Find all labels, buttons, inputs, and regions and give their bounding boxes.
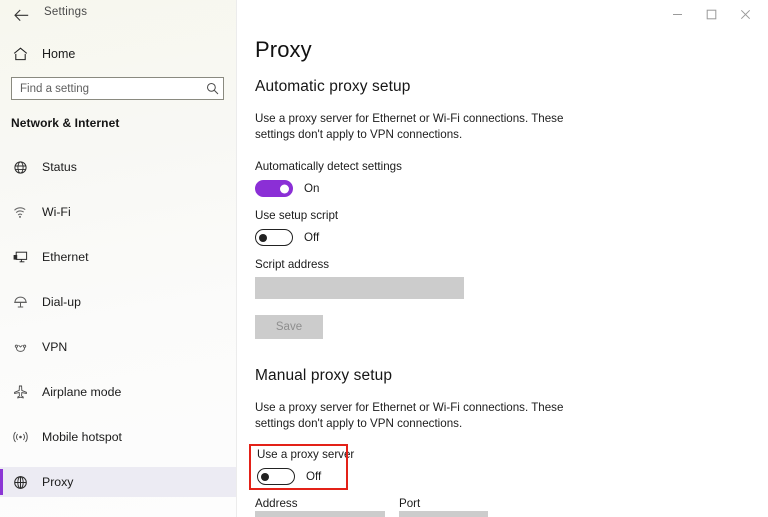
address-input (255, 511, 385, 517)
toggle-knob (261, 473, 269, 481)
minimize-icon (672, 9, 683, 20)
toggle-switch-on[interactable] (255, 180, 293, 197)
sidebar-item-mobile-hotspot[interactable]: Mobile hotspot (0, 422, 237, 452)
manual-proxy-setup-heading: Manual proxy setup (255, 367, 392, 385)
sidebar-item-proxy[interactable]: Proxy (0, 467, 237, 497)
maximize-icon (706, 9, 717, 20)
toggle-knob (280, 184, 289, 193)
sidebar-item-home-label: Home (42, 47, 75, 61)
use-setup-script-label: Use setup script (255, 209, 338, 222)
dialup-modem-icon (13, 295, 35, 309)
settings-window: Settings Home (0, 0, 768, 517)
search-input[interactable] (12, 78, 201, 99)
script-address-label: Script address (255, 258, 329, 271)
sidebar: Home Network & Internet (0, 0, 237, 517)
proxy-globe-icon (13, 475, 35, 490)
sidebar-item-vpn[interactable]: VPN (0, 332, 237, 362)
automatically-detect-settings-label: Automatically detect settings (255, 160, 402, 173)
page-title: Proxy (255, 37, 312, 63)
ethernet-monitor-icon (13, 250, 35, 264)
sidebar-item-proxy-label: Proxy (42, 475, 73, 489)
wifi-icon (13, 205, 35, 219)
toggle-switch-off[interactable] (255, 229, 293, 246)
main-content: Proxy Automatic proxy setup Use a proxy … (238, 0, 768, 517)
port-label: Port (399, 497, 420, 510)
minimize-button[interactable] (660, 0, 694, 28)
sidebar-category-heading: Network & Internet (11, 116, 119, 130)
use-a-proxy-server-label: Use a proxy server (257, 448, 354, 461)
sidebar-item-home[interactable]: Home (0, 41, 237, 67)
automatically-detect-settings-toggle[interactable]: On (255, 180, 319, 197)
title-bar: Settings (0, 0, 768, 30)
sidebar-item-mobile-hotspot-label: Mobile hotspot (42, 430, 122, 444)
status-globe-icon (13, 160, 35, 175)
toggle-switch-off[interactable] (257, 468, 295, 485)
maximize-button[interactable] (694, 0, 728, 28)
close-button[interactable] (728, 0, 762, 28)
sidebar-item-dialup[interactable]: Dial-up (0, 287, 237, 317)
sidebar-item-dialup-label: Dial-up (42, 295, 81, 309)
use-a-proxy-server-state: Off (306, 470, 321, 483)
sidebar-item-ethernet[interactable]: Ethernet (0, 242, 237, 272)
automatic-proxy-setup-description: Use a proxy server for Ethernet or Wi-Fi… (255, 111, 585, 143)
sidebar-item-airplane-mode[interactable]: Airplane mode (0, 377, 237, 407)
address-label: Address (255, 497, 298, 510)
sidebar-item-status-label: Status (42, 160, 77, 174)
home-icon (13, 47, 35, 61)
back-button[interactable] (6, 2, 36, 28)
sidebar-item-airplane-mode-label: Airplane mode (42, 385, 121, 399)
sidebar-item-wifi-label: Wi-Fi (42, 205, 71, 219)
use-setup-script-state: Off (304, 231, 319, 244)
port-input (399, 511, 488, 517)
script-address-input (255, 277, 464, 299)
search-icon[interactable] (201, 82, 223, 95)
window-title: Settings (44, 6, 87, 18)
sidebar-item-wifi[interactable]: Wi-Fi (0, 197, 237, 227)
close-icon (740, 9, 751, 20)
hotspot-signal-icon (13, 430, 35, 444)
sidebar-item-ethernet-label: Ethernet (42, 250, 89, 264)
save-button: Save (255, 315, 323, 339)
use-a-proxy-server-toggle[interactable]: Off (257, 468, 321, 485)
sidebar-item-vpn-label: VPN (42, 340, 67, 354)
use-setup-script-toggle[interactable]: Off (255, 229, 319, 246)
airplane-icon (13, 385, 35, 399)
search-box[interactable] (11, 77, 224, 100)
sidebar-nav-list: Status Wi-Fi (0, 152, 237, 512)
sidebar-item-status[interactable]: Status (0, 152, 237, 182)
automatic-proxy-setup-heading: Automatic proxy setup (255, 78, 410, 96)
vpn-key-icon (13, 341, 35, 354)
automatically-detect-settings-state: On (304, 182, 319, 195)
toggle-knob (259, 234, 267, 242)
back-arrow-icon (14, 9, 29, 22)
manual-proxy-setup-description: Use a proxy server for Ethernet or Wi-Fi… (255, 400, 585, 432)
